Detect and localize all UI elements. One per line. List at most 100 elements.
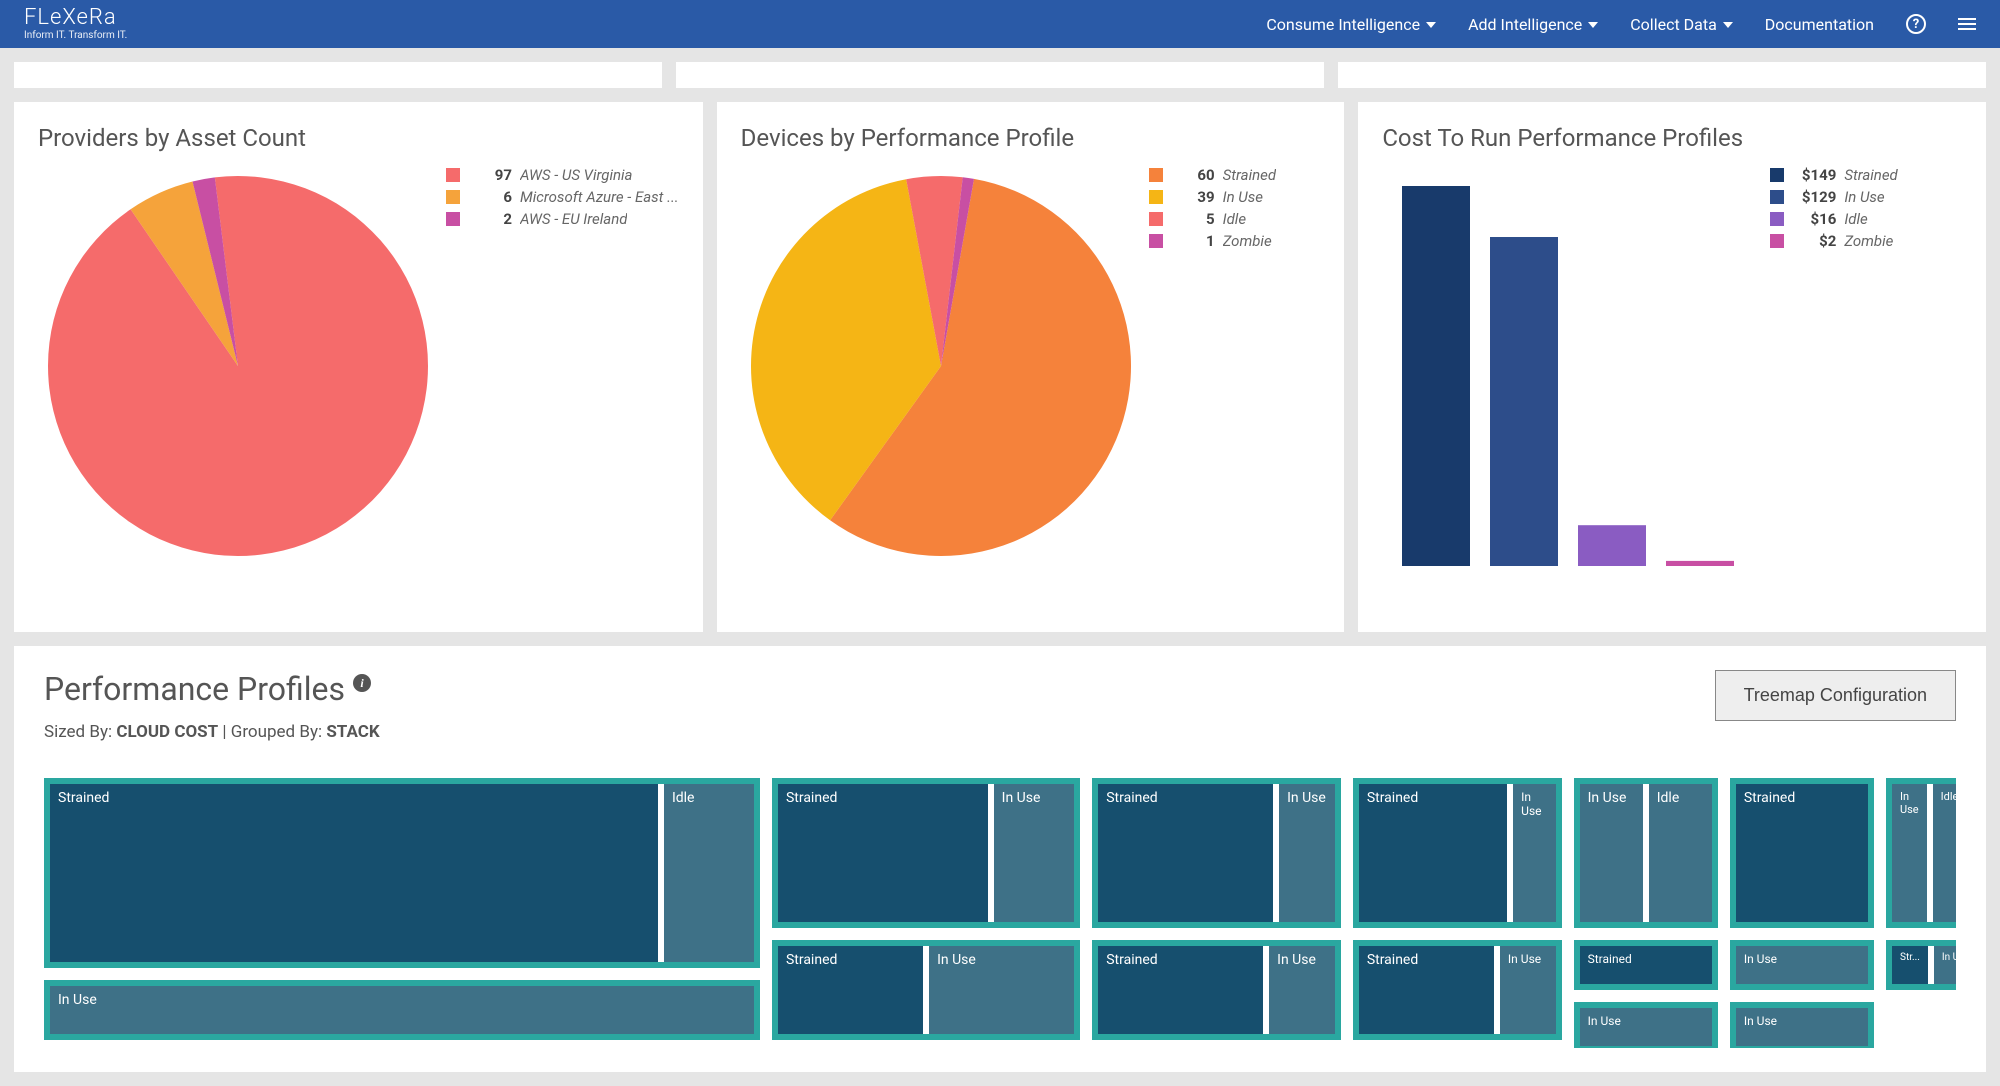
legend-swatch — [1149, 212, 1163, 226]
treemap-sized-prefix: Sized By: — [44, 722, 116, 742]
info-icon[interactable]: i — [353, 674, 371, 692]
legend-swatch — [1149, 168, 1163, 182]
topbar: FLeXeRa Inform IT. Transform IT. Consume… — [0, 0, 2000, 48]
legend-value: $129 — [1792, 188, 1836, 206]
legend-value: 1 — [1171, 232, 1215, 250]
legend-swatch — [446, 212, 460, 226]
legend-value: $16 — [1792, 210, 1836, 228]
card-providers-title: Providers by Asset Count — [38, 124, 679, 152]
legend-item[interactable]: $149 Strained — [1770, 166, 1897, 184]
legend-item[interactable]: 1 Zombie — [1149, 232, 1276, 250]
treemap-title-text: Performance Profiles — [44, 670, 345, 708]
treemap-grouped-prefix: | Grouped By: — [218, 722, 326, 742]
legend-swatch — [1149, 190, 1163, 204]
legend-item[interactable]: 97 AWS - US Virginia — [446, 166, 679, 184]
treemap-cell-inuse[interactable]: In Use — [1269, 946, 1335, 1034]
treemap-subtitle: Sized By: CLOUD COST | Grouped By: STACK — [44, 722, 380, 742]
nav-links: Consume Intelligence Add Intelligence Co… — [1266, 14, 1976, 34]
nav-collect-data[interactable]: Collect Data — [1630, 15, 1733, 34]
card-cost: Cost To Run Performance Profiles $149 Str… — [1358, 102, 1986, 632]
treemap-cell-strained[interactable]: Strained — [1098, 784, 1273, 922]
legend-item[interactable]: 60Strained — [1149, 166, 1276, 184]
legend-devices: 60Strained 39In Use 5 Idle 1 Zombie — [1149, 166, 1276, 616]
treemap-cell-inuse[interactable]: In Use — [1736, 1008, 1868, 1046]
legend-item[interactable]: $129In Use — [1770, 188, 1897, 206]
treemap-config-button[interactable]: Treemap Configuration — [1715, 670, 1956, 721]
legend-label: Strained — [1844, 166, 1897, 184]
legend-swatch — [446, 190, 460, 204]
treemap-cell-strained[interactable]: Strained — [1359, 784, 1507, 922]
legend-providers: 97 AWS - US Virginia 6 Microsoft Azure - Ea… — [446, 166, 679, 616]
treemap-cell-inuse[interactable]: In Use — [1580, 784, 1643, 922]
charts-row: Providers by Asset Count 97 AWS - US Virg… — [0, 88, 2000, 646]
treemap-cell-inuse[interactable]: In Use — [1892, 784, 1927, 922]
nav-documentation[interactable]: Documentation — [1765, 15, 1874, 34]
legend-item[interactable]: 5 Idle — [1149, 210, 1276, 228]
treemap-cell-inuse[interactable]: In Use — [1500, 946, 1556, 1034]
legend-swatch — [446, 168, 460, 182]
nav-consume-intelligence[interactable]: Consume Intelligence — [1266, 15, 1436, 34]
treemap-cell-inuse[interactable]: In Use — [929, 946, 1074, 1034]
treemap-sized-by: CLOUD COST — [116, 722, 218, 742]
legend-item[interactable]: $2Zombie — [1770, 232, 1897, 250]
treemap-cell-inuse[interactable]: In Use — [1279, 784, 1335, 922]
legend-label: Idle — [1223, 210, 1246, 228]
treemap-cell-inuse[interactable]: In Use — [994, 784, 1075, 922]
treemap-cell-strained[interactable]: Strained — [50, 784, 658, 962]
treemap-cell-strained[interactable]: Strained — [1580, 946, 1712, 984]
legend-value: $149 — [1792, 166, 1836, 184]
legend-cost: $149 Strained $129In Use $16 Idle $2Zombie — [1770, 166, 1897, 616]
treemap-cell-strained[interactable]: Strained — [1359, 946, 1494, 1034]
legend-label: Idle — [1844, 210, 1867, 228]
nav-collect-label: Collect Data — [1630, 15, 1717, 34]
treemap-cell-inuse[interactable]: In Use — [1580, 1008, 1712, 1046]
treemap[interactable]: Strained Idle In Use Strained In Use Str… — [44, 778, 1956, 1048]
nav-docs-label: Documentation — [1765, 15, 1874, 34]
legend-item[interactable]: 6 Microsoft Azure - East ... — [446, 188, 679, 206]
card-devices: Devices by Performance Profile 60Straine… — [717, 102, 1345, 632]
legend-value: 97 — [468, 166, 512, 184]
card-providers: Providers by Asset Count 97 AWS - US Virg… — [14, 102, 703, 632]
treemap-cell-idle[interactable]: Idle — [1649, 784, 1712, 922]
treemap-cell-inuse[interactable]: In Use — [1934, 946, 1956, 984]
treemap-cell-strained[interactable]: Strained — [1098, 946, 1263, 1034]
legend-swatch — [1770, 234, 1784, 248]
brand: FLeXeRa Inform IT. Transform IT. — [24, 7, 127, 41]
nav-add-intelligence[interactable]: Add Intelligence — [1468, 15, 1598, 34]
treemap-cell-strained[interactable]: Str... — [1892, 946, 1928, 984]
chevron-down-icon — [1723, 22, 1733, 28]
legend-label: Zombie — [1223, 232, 1272, 250]
brand-logo: FLeXeRa — [24, 7, 127, 29]
legend-value: 5 — [1171, 210, 1215, 228]
pie-chart-devices[interactable] — [741, 166, 1141, 566]
treemap-cell-strained[interactable]: Strained — [778, 946, 923, 1034]
chevron-down-icon — [1588, 22, 1598, 28]
treemap-title: Performance Profiles i — [44, 670, 380, 708]
help-icon[interactable]: ? — [1906, 14, 1926, 34]
treemap-cell-inuse[interactable]: In Use — [1736, 946, 1868, 984]
treemap-cell-strained[interactable]: Strained — [1736, 784, 1868, 922]
legend-label: AWS - US Virginia — [520, 166, 632, 184]
legend-swatch — [1149, 234, 1163, 248]
legend-item[interactable]: 39In Use — [1149, 188, 1276, 206]
nav-add-label: Add Intelligence — [1468, 15, 1582, 34]
bar-chart-cost[interactable] — [1382, 166, 1762, 566]
card-devices-title: Devices by Performance Profile — [741, 124, 1321, 152]
legend-value: 60 — [1171, 166, 1215, 184]
treemap-cell-inuse[interactable]: In Use — [1513, 784, 1555, 922]
treemap-cell-idle[interactable]: Idle — [664, 784, 754, 962]
treemap-cell-idle[interactable]: Idle — [1933, 784, 1956, 922]
treemap-section: Performance Profiles i Sized By: CLOUD C… — [14, 646, 1986, 1072]
legend-item[interactable]: $16 Idle — [1770, 210, 1897, 228]
brand-tagline: Inform IT. Transform IT. — [24, 31, 127, 41]
legend-value: 6 — [468, 188, 512, 206]
legend-item[interactable]: 2AWS - EU Ireland — [446, 210, 679, 228]
legend-label: AWS - EU Ireland — [520, 210, 627, 228]
card-cost-title: Cost To Run Performance Profiles — [1382, 124, 1962, 152]
treemap-grouped-by: STACK — [326, 722, 379, 742]
legend-swatch — [1770, 168, 1784, 182]
legend-label: Microsoft Azure - East ... — [520, 188, 679, 206]
treemap-cell-strained[interactable]: Strained — [778, 784, 988, 922]
pie-chart-providers[interactable] — [38, 166, 438, 566]
hamburger-icon[interactable] — [1958, 18, 1976, 30]
